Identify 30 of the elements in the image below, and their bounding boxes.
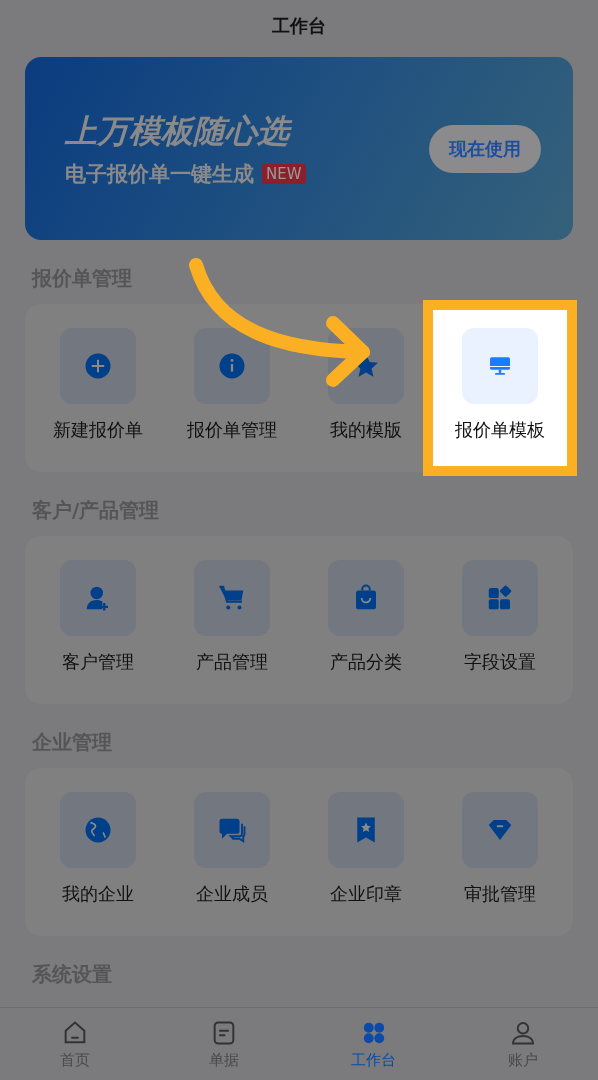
menu-item[interactable]: 企业印章	[299, 774, 433, 930]
menu-item[interactable]: 我的企业	[31, 774, 165, 930]
menu-item-label: 新建报价单	[53, 418, 143, 442]
promo-banner[interactable]: 上万模板随心选 电子报价单一键生成 NEW 现在使用	[25, 57, 573, 240]
menu-item-label: 报价单管理	[187, 418, 277, 442]
page-title: 工作台	[272, 14, 326, 38]
menu-item-label: 我的企业	[62, 882, 134, 906]
menu-item[interactable]: 产品分类	[299, 542, 433, 698]
menu-item-label: 审批管理	[464, 882, 536, 906]
menu-item-label: 产品管理	[196, 650, 268, 674]
menu-item[interactable]: 我的模版	[299, 310, 433, 466]
menu-item-label: 报价单模板	[455, 418, 545, 442]
menu-item[interactable]: 企业成员	[165, 774, 299, 930]
menu-item[interactable]: 报价单管理	[165, 310, 299, 466]
menu-item-label: 字段设置	[464, 650, 536, 674]
menu-item-label: 产品分类	[330, 650, 402, 674]
menu-item-label: 企业印章	[330, 882, 402, 906]
banner-headline: 上万模板随心选	[65, 109, 306, 154]
menu-item[interactable]: 字段设置	[433, 542, 567, 698]
banner-subtitle: 电子报价单一键生成	[65, 160, 254, 188]
menu-item[interactable]: 客户管理	[31, 542, 165, 698]
menu-item[interactable]: 新建报价单	[31, 310, 165, 466]
menu-item[interactable]: 审批管理	[433, 774, 567, 930]
menu-item-label: 企业成员	[196, 882, 268, 906]
plus-circle-icon	[83, 351, 113, 381]
menu-item[interactable]: 产品管理	[165, 542, 299, 698]
menu-item-label: 客户管理	[62, 650, 134, 674]
menu-item-label: 我的模版	[330, 418, 402, 442]
info-icon	[217, 351, 247, 381]
new-badge: NEW	[262, 163, 306, 184]
